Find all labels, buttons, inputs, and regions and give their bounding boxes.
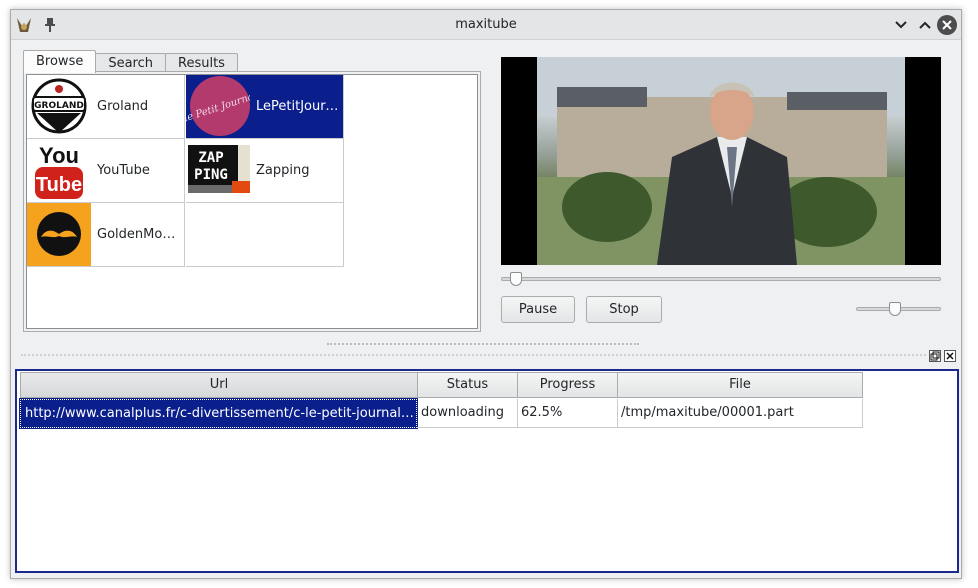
- video-player[interactable]: [501, 57, 941, 265]
- table-cell-status[interactable]: downloading: [417, 399, 518, 428]
- pause-button[interactable]: Pause: [501, 296, 575, 323]
- groland-logo-icon: GROLAND: [27, 75, 91, 138]
- dock-title-separator: [21, 354, 926, 356]
- channel-label: GoldenMous...: [97, 227, 183, 242]
- groland-logo-text: GROLAND: [34, 101, 84, 111]
- tab-search[interactable]: Search: [95, 53, 167, 73]
- tab-results[interactable]: Results: [165, 53, 238, 73]
- channel-item-goldenmoustache[interactable]: GoldenMous...: [27, 203, 185, 267]
- tab-browse[interactable]: Browse: [23, 50, 97, 73]
- column-header-progress[interactable]: Progress: [517, 372, 618, 398]
- channel-item-lepetitjournal[interactable]: le Petit Journal LePetitJourn...: [186, 75, 344, 139]
- dock-close-icon[interactable]: [944, 350, 956, 362]
- volume-slider-handle[interactable]: [888, 302, 901, 316]
- table-cell-progress[interactable]: 62.5%: [517, 399, 618, 428]
- goldenmoustache-logo-icon: [27, 203, 91, 266]
- main-window: maxitube Browse Search Results GROLAND G…: [10, 9, 962, 579]
- table-cell-url[interactable]: http://www.canalplus.fr/c-divertissement…: [19, 398, 418, 429]
- close-icon[interactable]: [937, 15, 957, 35]
- channel-label: LePetitJourn...: [256, 99, 342, 114]
- zapping-logo-icon: ZAP PING: [186, 139, 250, 202]
- channel-item-groland[interactable]: GROLAND Groland: [27, 75, 185, 139]
- tab-bar: Browse Search Results: [23, 50, 238, 73]
- column-header-url[interactable]: Url: [20, 372, 418, 398]
- stop-button[interactable]: Stop: [586, 296, 662, 323]
- youtube-logo-icon: You Tube: [27, 139, 91, 202]
- video-frame: [537, 57, 905, 265]
- dock-float-icon[interactable]: [929, 350, 941, 362]
- browse-panel: GROLAND Groland le Petit Journal LePetit…: [23, 71, 481, 332]
- seek-slider-track[interactable]: [501, 277, 941, 281]
- empty-cell: [186, 203, 344, 267]
- channel-label: Zapping: [256, 163, 310, 178]
- table-cell-file[interactable]: /tmp/maxitube/00001.part: [617, 399, 863, 428]
- channel-label: Groland: [97, 99, 149, 114]
- lepetitjournal-logo-icon: le Petit Journal: [186, 75, 250, 138]
- channel-item-youtube[interactable]: You Tube YouTube: [27, 139, 185, 203]
- window-title: maxitube: [455, 17, 517, 32]
- downloads-table: Url Status Progress File http://www.cana…: [15, 369, 959, 573]
- zapping-logo-bottom: PING: [194, 167, 228, 183]
- minimize-icon[interactable]: [891, 15, 911, 35]
- youtube-logo-bottom: Tube: [36, 174, 82, 196]
- column-header-file[interactable]: File: [617, 372, 863, 398]
- seek-slider-handle[interactable]: [509, 272, 522, 286]
- column-header-status[interactable]: Status: [417, 372, 518, 398]
- channel-label: YouTube: [97, 163, 150, 178]
- maximize-icon[interactable]: [915, 15, 935, 35]
- channel-item-zapping[interactable]: ZAP PING Zapping: [186, 139, 344, 203]
- title-bar[interactable]: maxitube: [11, 10, 961, 40]
- splitter-handle[interactable]: [327, 343, 639, 345]
- channel-grid: GROLAND Groland le Petit Journal LePetit…: [26, 74, 478, 329]
- youtube-logo-top: You: [39, 143, 79, 168]
- zapping-logo-top: ZAP: [198, 150, 223, 166]
